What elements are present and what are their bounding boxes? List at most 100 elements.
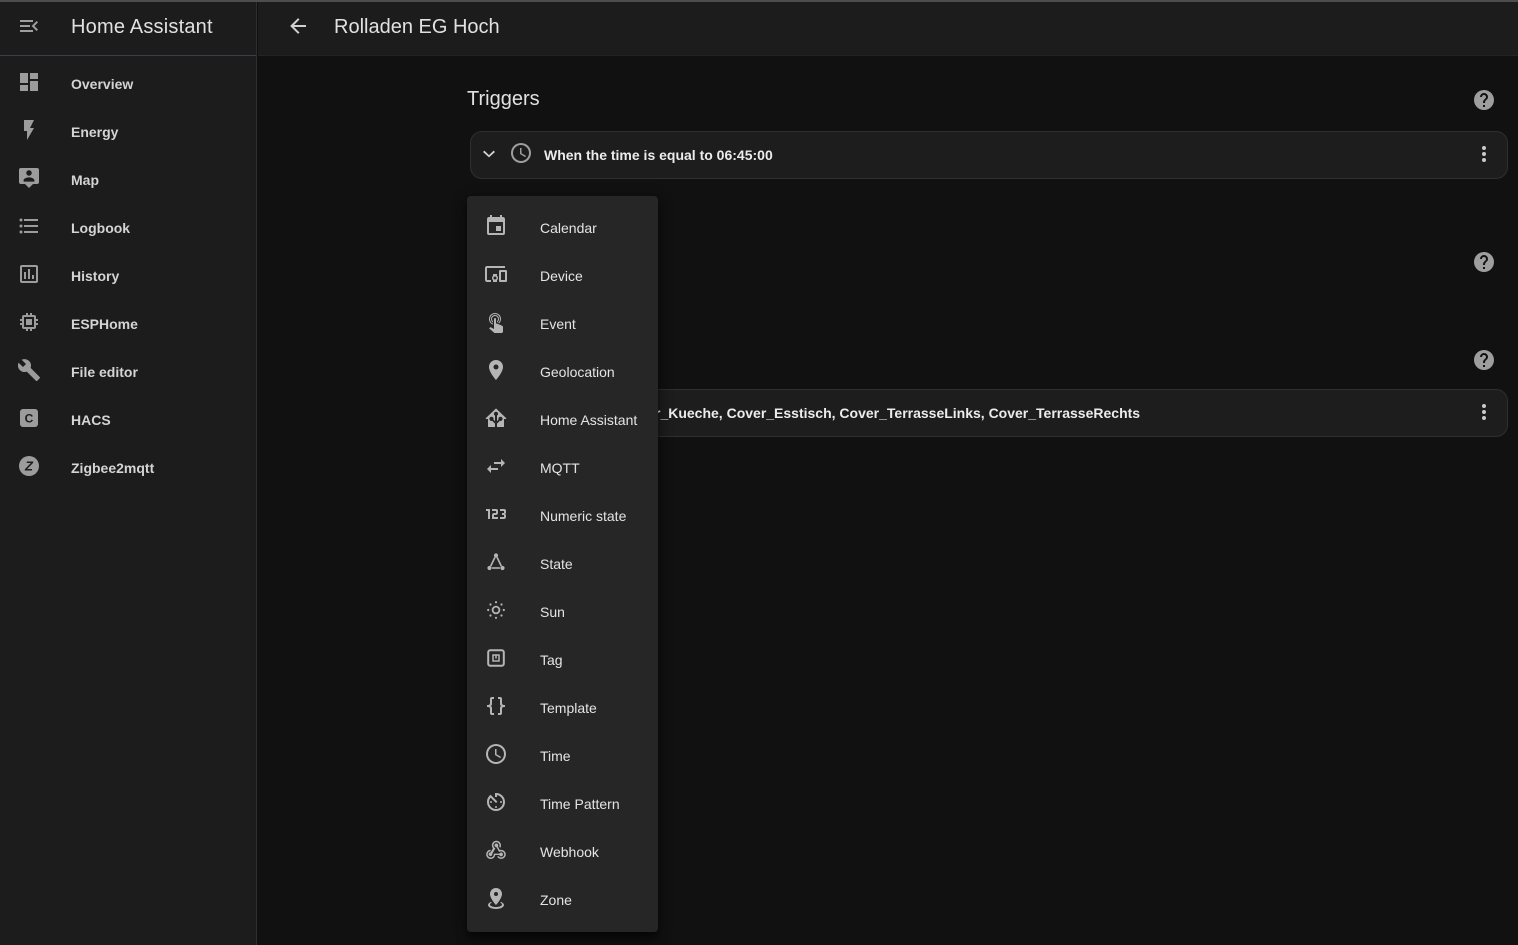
- svg-text:C: C: [25, 411, 34, 425]
- sidebar-item-map[interactable]: Map: [0, 156, 256, 204]
- sidebar: Home Assistant Overview Energy Map Logbo…: [0, 0, 257, 945]
- code-braces-icon: [484, 694, 508, 723]
- menu-item-home-assistant[interactable]: Home Assistant: [467, 396, 658, 444]
- map-marker-icon: [484, 358, 508, 387]
- menu-item-label: MQTT: [540, 460, 580, 476]
- menu-item-label: Zone: [540, 892, 572, 908]
- state-machine-icon: [484, 550, 508, 579]
- list-bulleted-icon: [17, 214, 41, 243]
- zigbee-z-circle-icon: Z: [17, 454, 41, 483]
- menu-item-label: Device: [540, 268, 583, 284]
- sidebar-item-label: HACS: [71, 412, 111, 428]
- menu-item-time-pattern[interactable]: Time Pattern: [467, 780, 658, 828]
- menu-item-time[interactable]: Time: [467, 732, 658, 780]
- calendar-icon: [484, 214, 508, 243]
- menu-item-label: Calendar: [540, 220, 597, 236]
- trigger-overflow-menu-button[interactable]: [1472, 142, 1496, 169]
- page-header: Rolladen EG Hoch: [258, 0, 1518, 56]
- timer-icon: [484, 790, 508, 819]
- sidebar-item-label: Overview: [71, 76, 133, 92]
- trigger-card: When the time is equal to 06:45:00: [470, 131, 1508, 179]
- menu-item-geolocation[interactable]: Geolocation: [467, 348, 658, 396]
- arrow-left-icon: [286, 14, 310, 41]
- sidebar-item-label: Logbook: [71, 220, 130, 236]
- back-button[interactable]: [286, 14, 310, 41]
- menu-item-label: Webhook: [540, 844, 599, 860]
- map-marker-radius-icon: [484, 886, 508, 915]
- menu-item-label: Numeric state: [540, 508, 626, 524]
- sidebar-toggle-button[interactable]: [17, 14, 41, 41]
- menu-item-template[interactable]: Template: [467, 684, 658, 732]
- sidebar-item-zigbee2mqtt[interactable]: Z Zigbee2mqtt: [0, 444, 256, 492]
- sidebar-item-label: ESPHome: [71, 316, 138, 332]
- menu-item-label: Template: [540, 700, 597, 716]
- swap-arrows-icon: [484, 454, 508, 483]
- sidebar-nav: Overview Energy Map Logbook History ESPH…: [0, 56, 256, 492]
- menu-item-numeric-state[interactable]: Numeric state: [467, 492, 658, 540]
- sidebar-item-label: Zigbee2mqtt: [71, 460, 154, 476]
- sidebar-item-file-editor[interactable]: File editor: [0, 348, 256, 396]
- home-assistant-window: Home Assistant Overview Energy Map Logbo…: [0, 0, 1518, 945]
- clock-icon: [484, 742, 508, 771]
- menu-open-icon: [17, 14, 41, 41]
- devices-icon: [484, 262, 508, 291]
- sidebar-item-esphome[interactable]: ESPHome: [0, 300, 256, 348]
- clock-icon: [509, 141, 533, 170]
- menu-item-webhook[interactable]: Webhook: [467, 828, 658, 876]
- action-overflow-menu-button[interactable]: [1472, 400, 1496, 427]
- menu-item-label: Time: [540, 748, 571, 764]
- menu-item-calendar[interactable]: Calendar: [467, 204, 658, 252]
- sidebar-item-history[interactable]: History: [0, 252, 256, 300]
- tooltip-account-icon: [17, 166, 41, 195]
- action-summary: r_Kueche, Cover_Esstisch, Cover_Terrasse…: [655, 405, 1140, 421]
- chevron-down-icon: [477, 142, 501, 169]
- chip-icon: [17, 310, 41, 339]
- trigger-summary: When the time is equal to 06:45:00: [544, 147, 773, 163]
- app-title: Home Assistant: [71, 16, 213, 39]
- menu-item-label: Event: [540, 316, 576, 332]
- menu-item-event[interactable]: Event: [467, 300, 658, 348]
- menu-item-device[interactable]: Device: [467, 252, 658, 300]
- sidebar-item-hacs[interactable]: C HACS: [0, 396, 256, 444]
- hacs-c-box-icon: C: [17, 406, 41, 435]
- sidebar-item-logbook[interactable]: Logbook: [0, 204, 256, 252]
- menu-item-label: State: [540, 556, 573, 572]
- menu-item-label: Time Pattern: [540, 796, 620, 812]
- triggers-heading: Triggers: [467, 88, 540, 111]
- gesture-tap-icon: [484, 310, 508, 339]
- dots-vertical-icon: [1472, 400, 1496, 427]
- wrench-icon: [17, 358, 41, 387]
- collapse-trigger-button[interactable]: [477, 142, 501, 169]
- help-icon[interactable]: [1472, 88, 1496, 112]
- menu-item-zone[interactable]: Zone: [467, 876, 658, 924]
- menu-item-state[interactable]: State: [467, 540, 658, 588]
- menu-item-sun[interactable]: Sun: [467, 588, 658, 636]
- sidebar-item-label: File editor: [71, 364, 138, 380]
- menu-item-label: Sun: [540, 604, 565, 620]
- chart-box-icon: [17, 262, 41, 291]
- sidebar-item-energy[interactable]: Energy: [0, 108, 256, 156]
- window-top-edge: [0, 0, 1518, 2]
- tag-nfc-icon: [484, 646, 508, 675]
- home-assistant-icon: [484, 406, 508, 435]
- webhook-icon: [484, 838, 508, 867]
- sidebar-item-label: Energy: [71, 124, 118, 140]
- sun-icon: [484, 598, 508, 627]
- numeric-123-icon: [484, 502, 508, 531]
- sidebar-item-label: History: [71, 268, 119, 284]
- help-icon[interactable]: [1472, 348, 1496, 372]
- dots-vertical-icon: [1472, 142, 1496, 169]
- page-title: Rolladen EG Hoch: [334, 16, 500, 39]
- trigger-type-menu: Calendar Device Event Geolocation Home A…: [467, 196, 658, 932]
- help-icon[interactable]: [1472, 250, 1496, 274]
- menu-item-label: Home Assistant: [540, 412, 637, 428]
- dashboard-icon: [17, 70, 41, 99]
- menu-item-tag[interactable]: Tag: [467, 636, 658, 684]
- sidebar-item-label: Map: [71, 172, 99, 188]
- sidebar-item-overview[interactable]: Overview: [0, 60, 256, 108]
- sidebar-header: Home Assistant: [0, 0, 256, 56]
- menu-item-label: Tag: [540, 652, 563, 668]
- lightning-bolt-icon: [17, 118, 41, 147]
- menu-item-label: Geolocation: [540, 364, 615, 380]
- menu-item-mqtt[interactable]: MQTT: [467, 444, 658, 492]
